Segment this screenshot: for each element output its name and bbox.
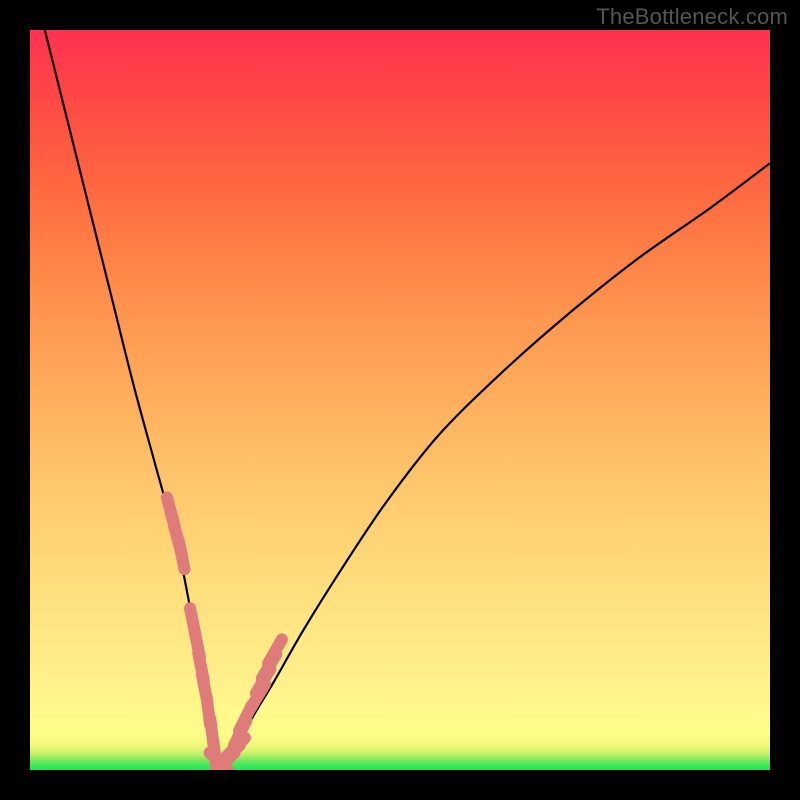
marker-group [167, 497, 282, 770]
chart-frame: TheBottleneck.com [0, 0, 800, 800]
plot-area [30, 30, 770, 770]
curve-marker [268, 639, 282, 663]
curve-layer [30, 30, 770, 770]
bottleneck-curve [45, 30, 770, 764]
watermark-text: TheBottleneck.com [596, 4, 788, 30]
curve-marker [179, 542, 184, 569]
